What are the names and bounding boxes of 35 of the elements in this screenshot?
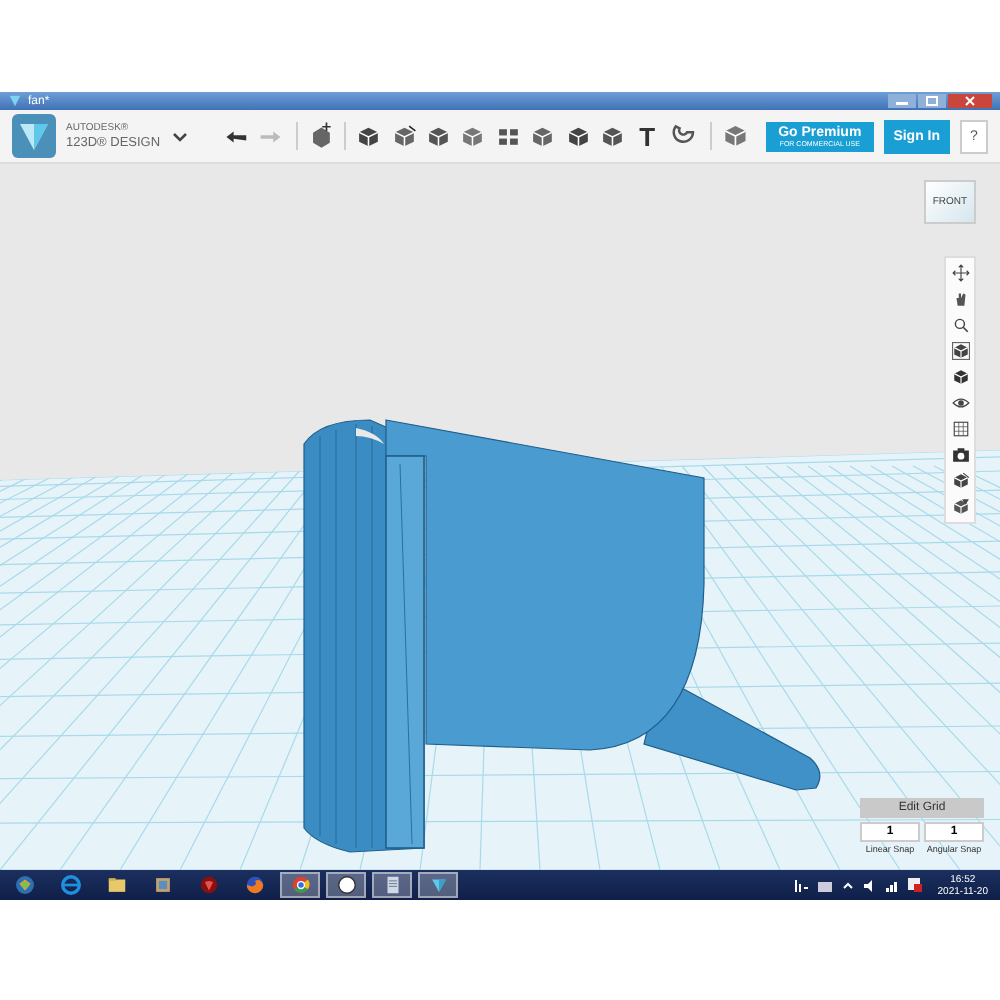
zoom-icon[interactable]: [951, 316, 969, 334]
media-player-icon: [151, 874, 173, 896]
keyboard-icon[interactable]: [815, 877, 834, 893]
taskbar-button[interactable]: [326, 872, 366, 898]
hand-icon[interactable]: [951, 290, 969, 308]
chevron-down-icon[interactable]: [170, 128, 191, 144]
sketch-cube-icon[interactable]: [391, 123, 416, 149]
signal-icon[interactable]: [883, 877, 900, 893]
material-cube-icon[interactable]: [721, 122, 749, 150]
chevron-up-icon[interactable]: [839, 877, 856, 893]
alert-flag-icon[interactable]: [905, 876, 924, 894]
speaker-icon[interactable]: [861, 877, 878, 893]
cube-icon[interactable]: [356, 123, 382, 149]
design-app-icon: [427, 874, 449, 896]
undo-icon[interactable]: [221, 127, 249, 145]
eye-icon[interactable]: [951, 394, 969, 412]
chrome-browser-icon: [289, 874, 311, 896]
cube-icon[interactable]: [951, 368, 969, 386]
paint-cube-icon[interactable]: [951, 498, 969, 516]
material-cube-icon[interactable]: [951, 472, 969, 490]
round-app-icon: [335, 874, 357, 896]
grid-blocks-icon[interactable]: [495, 123, 521, 149]
start-orb-icon: [13, 874, 35, 896]
camera-icon[interactable]: [951, 446, 969, 464]
fit-view-icon[interactable]: [951, 342, 969, 360]
shield-icon: [197, 874, 219, 896]
text-tool[interactable]: T: [635, 121, 659, 151]
folder-icon: [105, 874, 127, 896]
fox-browser-icon: [243, 874, 265, 896]
app-logo-icon: [12, 114, 56, 158]
grid-view-icon[interactable]: [951, 420, 969, 438]
move-icon[interactable]: [951, 264, 969, 282]
e-browser-icon: [59, 874, 81, 896]
add-cube-icon[interactable]: [307, 122, 335, 150]
close-icon[interactable]: [948, 94, 992, 108]
